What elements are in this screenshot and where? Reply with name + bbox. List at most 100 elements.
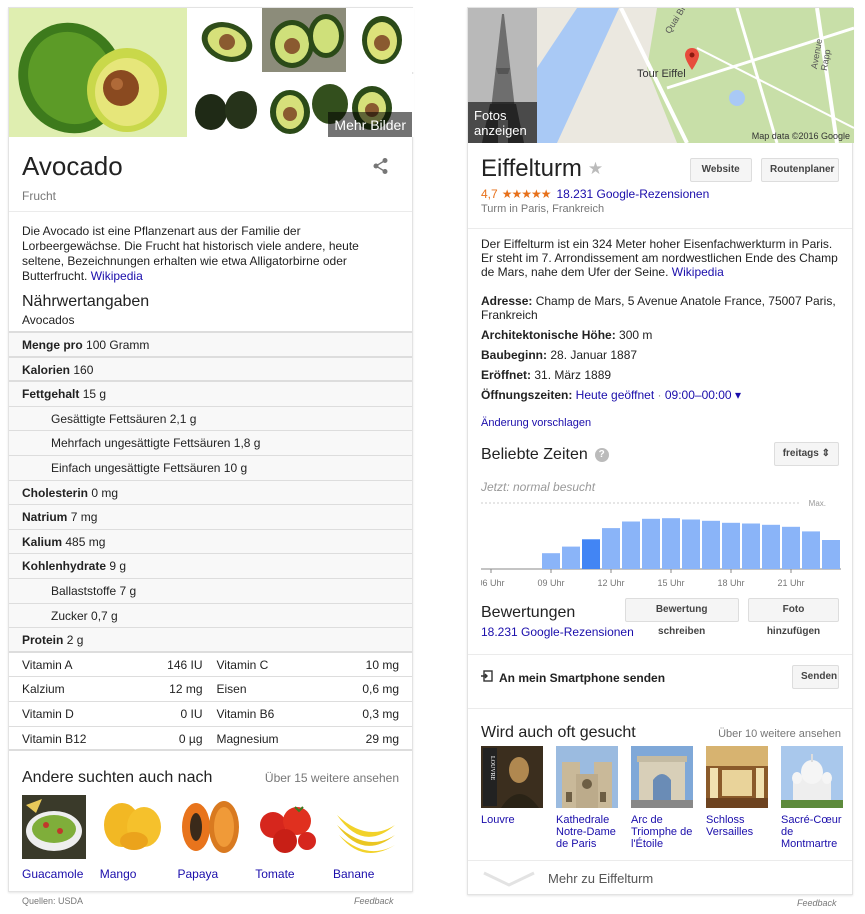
chart-bar[interactable] [802, 531, 820, 569]
others-item-banana[interactable]: Banane [333, 795, 399, 881]
chart-tick-label: 21 Uhr [777, 578, 804, 588]
banana-image [333, 795, 397, 860]
chart-bar[interactable] [722, 522, 740, 569]
feedback-link-left[interactable]: Feedback [354, 896, 394, 906]
chart-tick-label: 09 Uhr [537, 578, 564, 588]
chart-bar[interactable] [682, 519, 700, 570]
avocado-photo-3[interactable] [262, 8, 346, 72]
photo-grid[interactable]: Mehr Bilder [9, 8, 414, 137]
chart-max-label: Max. [809, 499, 826, 508]
others-more-link[interactable]: Über 15 weitere ansehen [265, 771, 399, 785]
suggest-edit-link[interactable]: Änderung vorschlagen [481, 416, 839, 430]
website-button[interactable]: Website [689, 158, 752, 182]
nutrition-row: Natrium 7 mg [9, 505, 412, 530]
page-title: Avocado [22, 151, 123, 181]
wikipedia-link[interactable]: Wikipedia [91, 269, 143, 283]
also-item-versailles[interactable]: Schloss Versailles [706, 746, 769, 850]
vitamin-cell: Vitamin B6 0,3 mg [210, 701, 412, 727]
also-item-arc-de-triomphe[interactable]: Arc de Triomphe de l'Étoile [631, 746, 694, 850]
vitamin-cell: Eisen 0,6 mg [210, 677, 412, 702]
action-buttons: Website Routenplaner [689, 158, 839, 182]
others-item-guacamole[interactable]: Guacamole [22, 795, 88, 881]
fact-height: Architektonische Höhe: 300 m [481, 328, 653, 342]
nutrition-row: Menge pro 100 Gramm [9, 333, 412, 358]
save-star-icon[interactable]: ★ [588, 159, 603, 179]
day-select[interactable]: freitags ⇕ [773, 442, 839, 466]
send-button[interactable]: Senden [792, 665, 839, 689]
avocado-knowledge-panel: Mehr Bilder Avocado Frucht Die Avocado i… [8, 7, 414, 892]
map[interactable]: Tour Eiffel Quai Branly Avenue Rapp Map … [537, 8, 854, 143]
popular-times-chart: Max. 06 Uhr 09 Uhr 12 Uhr 15 Uhr 18 Uhr 21 Uh… [481, 499, 841, 588]
chart-bar[interactable] [602, 528, 620, 569]
also-item-notre-dame[interactable]: Kathedrale Notre-Dame de Paris [556, 746, 619, 850]
notre-dame-image [556, 746, 618, 808]
add-photo-button[interactable]: Foto hinzufügen [748, 598, 839, 637]
avocado-main-photo[interactable] [9, 8, 187, 137]
chart-bar[interactable] [662, 518, 680, 569]
also-item-louvre[interactable]: LOUVRE Louvre [481, 746, 544, 850]
chart-bar[interactable] [762, 524, 780, 569]
live-busy-text: Jetzt: normal besucht [481, 480, 596, 494]
popular-times-title: Beliebte Zeiten ? [481, 446, 609, 464]
nutrition-subtitle: Avocados [22, 313, 75, 327]
show-photos-button[interactable]: Fotos anzeigen [468, 8, 537, 143]
more-about-button[interactable]: Mehr zu Eiffelturm [468, 860, 852, 896]
also-searched-more-link[interactable]: Über 10 weitere ansehen [718, 728, 841, 740]
chart-bar[interactable] [642, 518, 660, 569]
others-item-papaya[interactable]: Papaya [177, 795, 244, 881]
nutrition-table: Menge pro 100 Gramm Kalorien 160 Fettgeh… [9, 331, 412, 752]
others-item-mango[interactable]: Mango [99, 795, 166, 881]
vitamin-cell: Vitamin B12 0 µg [9, 726, 211, 752]
rating-value: 4,7 [481, 187, 498, 201]
nutrition-row: Zucker 0,7 g [9, 603, 412, 629]
avocado-photo-2[interactable] [189, 8, 260, 72]
feedback-link-right[interactable]: Feedback [797, 898, 837, 908]
opening-hours[interactable]: 09:00–00:00 [665, 388, 732, 402]
chart-bar[interactable] [782, 526, 800, 569]
nutrition-row: Kalium 485 mg [9, 529, 412, 555]
chart-bar[interactable] [742, 523, 760, 570]
chart-bar[interactable] [702, 520, 720, 569]
entity-type: Turm in Paris, Frankreich [481, 203, 605, 215]
description: Die Avocado ist eine Pflanzenart aus der… [9, 212, 412, 284]
versailles-image [706, 746, 768, 808]
vitamin-grid: Vitamin A 146 IU Vitamin C 10 mg Kalzium 12… [9, 652, 412, 752]
also-item-sacre-coeur[interactable]: Sacré-Cœur de Montmartre [781, 746, 844, 850]
fact-construction: Baubeginn: 28. Januar 1887 [481, 348, 638, 362]
svg-text:LOUVRE: LOUVRE [489, 756, 495, 781]
tomato-image [255, 795, 320, 860]
vitamin-cell: Kalzium 12 mg [9, 677, 211, 702]
nutrition-title: Nährwertangaben [22, 293, 150, 310]
chart-tick-label: 12 Uhr [597, 578, 624, 588]
avocado-photo-5[interactable] [189, 74, 260, 137]
sacre-coeur-image [781, 746, 843, 808]
wikipedia-link[interactable]: Wikipedia [672, 265, 724, 279]
directions-button[interactable]: Routenplaner [761, 158, 839, 182]
map-graphic [537, 8, 854, 143]
people-also-search: Andere suchten auch nach Über 15 weitere… [9, 769, 412, 881]
chart-bar[interactable] [582, 539, 600, 569]
more-images-button[interactable]: Mehr Bilder [328, 112, 412, 137]
location-pin-icon[interactable] [685, 48, 699, 70]
chart-bar[interactable] [822, 540, 840, 569]
chart-bar[interactable] [562, 546, 580, 569]
nutrition-row: Einfach ungesättigte Fettsäuren 10 g [9, 455, 412, 481]
chevron-down-icon[interactable]: ▾ [735, 388, 741, 402]
also-searched: Wird auch oft gesucht Über 10 weitere an… [481, 724, 841, 742]
opening-status[interactable]: Heute geöffnet [576, 388, 655, 402]
mango-image [99, 795, 164, 860]
others-title: Andere suchten auch nach [22, 769, 213, 787]
chart-bar[interactable] [622, 521, 640, 570]
others-item-tomato[interactable]: Tomate [255, 795, 321, 881]
vitamin-cell: Vitamin D0 IU [9, 701, 211, 727]
write-review-button[interactable]: Bewertung schreiben [624, 598, 739, 637]
divider [468, 654, 852, 655]
reviews-link[interactable]: 18.231 Google-Rezensionen [556, 187, 709, 201]
reviews-count-link[interactable]: 18.231 Google-Rezensionen [481, 625, 634, 639]
help-icon[interactable]: ? [594, 448, 609, 462]
avocado-photo-4[interactable] [348, 8, 414, 72]
fact-opening-hours[interactable]: Öffnungszeiten: Heute geöffnet · 09:00–0… [481, 388, 839, 402]
rating-stars-icon: ★★★★★ [501, 187, 552, 201]
chart-bar[interactable] [542, 553, 560, 569]
share-icon[interactable] [372, 157, 390, 178]
